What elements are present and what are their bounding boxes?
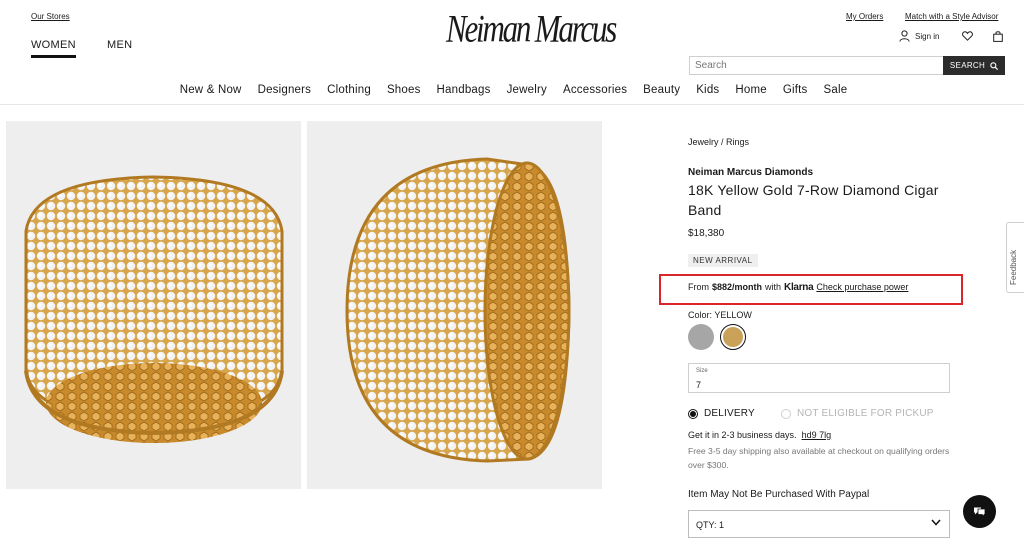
tab-women[interactable]: WOMEN xyxy=(31,39,76,58)
size-label: Size xyxy=(696,368,708,374)
pickup-radio xyxy=(781,408,791,419)
pickup-label: NOT ELIGIBLE FOR PICKUP xyxy=(797,408,934,419)
product-title: 18K Yellow Gold 7-Row Diamond Cigar Band xyxy=(688,182,939,218)
sign-in-button[interactable]: Sign in xyxy=(899,30,939,42)
nav-gifts[interactable]: Gifts xyxy=(783,84,808,96)
header-divider xyxy=(0,104,1024,105)
search-input[interactable]: Search xyxy=(689,56,944,75)
heart-icon[interactable] xyxy=(962,31,974,41)
product-price: $18,380 xyxy=(688,228,725,239)
ring-front-illustration xyxy=(24,175,284,443)
main-nav: New & Now Designers Clothing Shoes Handb… xyxy=(0,84,1024,96)
my-orders-link[interactable]: My Orders xyxy=(846,12,883,21)
klarna-highlight-box xyxy=(659,274,963,305)
pickup-option: NOT ELIGIBLE FOR PICKUP xyxy=(781,408,934,419)
delivery-radio[interactable] xyxy=(688,408,698,419)
delivery-label: DELIVERY xyxy=(704,408,755,419)
nav-new-now[interactable]: New & Now xyxy=(180,84,242,96)
quantity-select[interactable]: QTY: 1 xyxy=(688,510,950,538)
header-icons: Sign in xyxy=(899,30,1004,42)
search-button-label: SEARCH xyxy=(949,61,986,70)
nav-kids[interactable]: Kids xyxy=(696,84,719,96)
chevron-down-icon xyxy=(931,519,941,526)
nav-designers[interactable]: Designers xyxy=(258,84,312,96)
paypal-notice: Item May Not Be Purchased With Paypal xyxy=(688,489,870,500)
shipping-estimate: Get it in 2-3 business days. hd9 7lg xyxy=(688,430,831,440)
shipping-time: Get it in 2-3 business days. xyxy=(688,430,797,440)
size-selector[interactable]: Size 7 xyxy=(688,363,950,393)
ring-side-illustration xyxy=(345,157,571,463)
quantity-value: QTY: 1 xyxy=(696,520,725,530)
nav-clothing[interactable]: Clothing xyxy=(327,84,371,96)
sign-in-label: Sign in xyxy=(915,31,940,41)
tab-men[interactable]: MEN xyxy=(107,39,132,51)
nav-handbags[interactable]: Handbags xyxy=(437,84,491,96)
user-icon xyxy=(899,30,910,42)
shipping-note: Free 3-5 day shipping also available at … xyxy=(688,446,950,470)
search-button[interactable]: SEARCH xyxy=(943,56,1005,75)
feedback-label: Feedback xyxy=(1009,249,1018,285)
style-advisor-link[interactable]: Match with a Style Advisor xyxy=(905,12,998,21)
site-logo[interactable]: Neiman Marcus xyxy=(446,0,617,58)
search-icon xyxy=(990,61,999,70)
feedback-tab[interactable]: Feedback xyxy=(1006,222,1024,293)
chat-button[interactable] xyxy=(963,495,996,528)
postal-code-link[interactable]: hd9 7lg xyxy=(802,430,832,440)
swatch-silver[interactable] xyxy=(688,324,714,350)
nav-home[interactable]: Home xyxy=(735,84,766,96)
swatch-yellow-fill xyxy=(723,327,743,347)
breadcrumb[interactable]: Jewelry / Rings xyxy=(688,137,749,147)
shopping-bag-icon[interactable] xyxy=(993,30,1004,42)
color-label: Color: YELLOW xyxy=(688,310,752,320)
delivery-option[interactable]: DELIVERY xyxy=(688,408,755,419)
new-arrival-badge: NEW ARRIVAL xyxy=(688,254,758,267)
product-image-side[interactable] xyxy=(307,121,602,489)
nav-shoes[interactable]: Shoes xyxy=(387,84,421,96)
swatch-yellow[interactable] xyxy=(720,324,746,350)
nav-beauty[interactable]: Beauty xyxy=(643,84,680,96)
nav-jewelry[interactable]: Jewelry xyxy=(507,84,547,96)
our-stores-link[interactable]: Our Stores xyxy=(31,12,70,21)
product-brand[interactable]: Neiman Marcus Diamonds xyxy=(688,167,813,178)
nav-sale[interactable]: Sale xyxy=(823,84,847,96)
nav-accessories[interactable]: Accessories xyxy=(563,84,627,96)
size-value: 7 xyxy=(696,380,702,390)
product-image-front[interactable] xyxy=(6,121,301,489)
chat-icon xyxy=(974,507,986,517)
